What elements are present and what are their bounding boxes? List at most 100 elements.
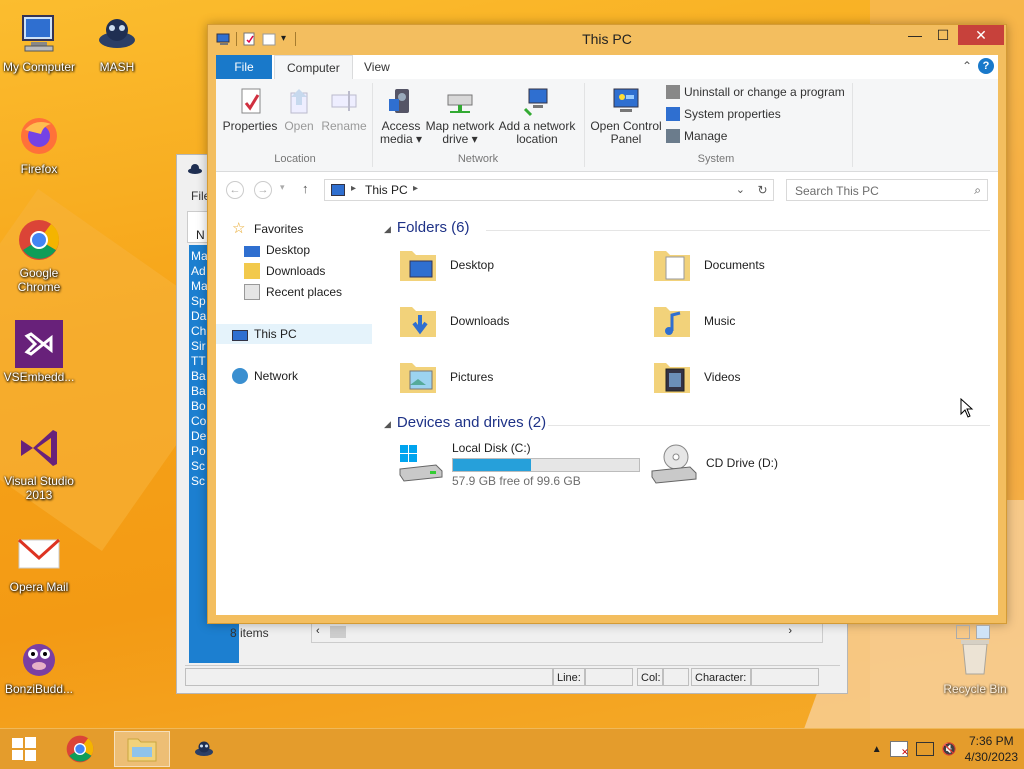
collapse-icon[interactable]: ◢ [384, 224, 391, 234]
minimize-button[interactable]: — [900, 25, 930, 45]
downloads-folder-icon [400, 307, 436, 337]
programs-icon [666, 85, 680, 99]
drive-cd-d[interactable]: CD Drive (D:) [650, 441, 778, 485]
section-divider [486, 230, 990, 231]
mash-icon [187, 161, 203, 177]
downloads-icon [244, 263, 260, 279]
access-media-button[interactable]: Access media ▾ [378, 85, 424, 146]
title-bar[interactable]: ▾ This PC — ☐ ✕ [208, 25, 1006, 53]
explorer-window[interactable]: ▾ This PC — ☐ ✕ File Computer View ⌃ ? P… [207, 24, 1007, 640]
recent-locations-icon[interactable]: ▾ [280, 182, 285, 193]
desktop-icon-mash[interactable]: MASH [78, 10, 156, 74]
action-center-icon[interactable]: ✕ [889, 741, 909, 757]
help-icon[interactable]: ? [978, 58, 994, 74]
system-tray: ▲ ✕ 🔇 7:36 PM 4/30/2023 [872, 729, 1018, 769]
nav-item-recent-places[interactable]: Recent places [244, 282, 342, 302]
chevron-down-icon[interactable]: ⌄ [736, 183, 745, 196]
drive-local-disk-c[interactable]: Local Disk (C:) 57.9 GB free of 99.6 GB [396, 441, 640, 488]
nav-item-this-pc[interactable]: This PC [216, 324, 372, 344]
system-properties-button[interactable]: System properties [666, 107, 781, 121]
taskbar-file-explorer[interactable] [114, 731, 170, 767]
nav-item-desktop[interactable]: Desktop [244, 240, 310, 260]
folders-section-header[interactable]: ◢ Folders (6) [384, 219, 469, 236]
desktop-icon-my-computer[interactable]: My Computer [0, 10, 78, 74]
forward-button[interactable]: → [254, 181, 272, 199]
taskbar-mash[interactable] [176, 731, 232, 767]
desktop: My Computer MASH Firefox Google Chrome V… [0, 0, 1024, 728]
folder-videos[interactable]: Videos [650, 355, 740, 399]
devices-section-header[interactable]: ◢ Devices and drives (2) [384, 414, 546, 431]
group-label-location: Location [274, 153, 316, 165]
maximize-button[interactable]: ☐ [928, 25, 958, 45]
folder-documents[interactable]: Documents [650, 243, 765, 287]
desktop-icon-opera-mail[interactable]: Opera Mail [0, 530, 78, 594]
chevron-right-icon[interactable]: ▸ [413, 183, 418, 194]
desktop-icon-vsembedded[interactable]: VSEmbedd... [0, 320, 78, 384]
mash-icon [195, 741, 213, 756]
desktop-icon-chrome[interactable]: Google Chrome [0, 216, 78, 294]
view-buttons [956, 625, 990, 639]
up-button[interactable]: ↑ [302, 181, 309, 196]
folder-music[interactable]: Music [650, 299, 735, 343]
visual-studio-icon [15, 320, 63, 368]
character-label: Character: [691, 668, 751, 686]
rename-button[interactable]: Rename [320, 85, 368, 133]
back-button[interactable]: ← [226, 181, 244, 199]
mash-icon [93, 10, 141, 58]
windows-logo-icon [12, 737, 36, 761]
large-icons-view-icon[interactable] [976, 625, 990, 639]
search-icon[interactable]: ⌕ [974, 183, 981, 198]
folder-pictures[interactable]: Pictures [396, 355, 493, 399]
collapse-icon[interactable]: ◢ [384, 419, 391, 429]
tab-file[interactable]: File [216, 55, 272, 79]
volume-muted-icon[interactable]: 🔇 [942, 742, 957, 756]
start-button[interactable] [0, 731, 48, 767]
desktop-icon-visual-studio[interactable]: Visual Studio 2013 [0, 424, 78, 502]
manage-icon [666, 129, 680, 143]
show-hidden-icons[interactable]: ▲ [872, 744, 882, 755]
taskbar: ▲ ✕ 🔇 7:36 PM 4/30/2023 [0, 728, 1024, 769]
map-network-drive-button[interactable]: Map network drive ▾ [424, 85, 496, 146]
network-status-icon[interactable] [915, 742, 934, 756]
tab-view[interactable]: View [352, 55, 402, 79]
recent-places-icon [244, 284, 260, 300]
folder-desktop[interactable]: Desktop [396, 243, 494, 287]
desktop-icon-bonzibuddy[interactable]: BonziBudd... [0, 632, 78, 696]
content-pane: ◢ Folders (6) Desktop Documents Downloads [376, 207, 998, 583]
desktop-icon [244, 245, 260, 257]
system-properties-icon [666, 107, 680, 121]
open-button[interactable]: Open [278, 85, 320, 133]
nav-item-network[interactable]: Network [232, 366, 298, 386]
network-drive-icon [444, 85, 476, 117]
open-control-panel-button[interactable]: Open Control Panel [590, 85, 662, 146]
nav-item-favorites[interactable]: ☆ Favorites [232, 219, 303, 239]
group-separator [852, 83, 853, 167]
group-separator [372, 83, 373, 167]
status-cell [185, 668, 553, 686]
status-bar: 8 items [216, 623, 998, 645]
desktop-icon-firefox[interactable]: Firefox [0, 112, 78, 176]
open-icon [283, 85, 315, 117]
taskbar-chrome[interactable] [52, 731, 108, 767]
tab-computer[interactable]: Computer [274, 55, 353, 80]
window-title: This PC [582, 31, 632, 47]
collapse-ribbon-icon[interactable]: ⌃ [962, 59, 972, 73]
uninstall-program-button[interactable]: Uninstall or change a program [666, 85, 845, 99]
chrome-icon [15, 216, 63, 264]
properties-button[interactable]: Properties [222, 85, 278, 133]
rename-icon [328, 85, 360, 117]
address-input[interactable]: ▸ This PC ▸ ⌄ [324, 179, 774, 201]
add-network-location-button[interactable]: Add a network location [496, 85, 578, 146]
nav-item-downloads[interactable]: Downloads [244, 261, 325, 281]
refresh-button[interactable]: ↻ [752, 179, 774, 201]
visual-studio-icon [15, 424, 63, 472]
search-input[interactable]: Search This PC ⌕ [786, 179, 988, 201]
disk-usage-bar [452, 458, 640, 472]
chevron-right-icon[interactable]: ▸ [351, 183, 356, 194]
clock[interactable]: 7:36 PM 4/30/2023 [965, 733, 1018, 765]
details-view-icon[interactable] [956, 625, 970, 639]
folder-downloads[interactable]: Downloads [396, 299, 509, 343]
navigation-pane: ☆ Favorites Desktop Downloads Recent pla… [216, 207, 372, 583]
manage-button[interactable]: Manage [666, 129, 727, 143]
close-button[interactable]: ✕ [958, 25, 1004, 45]
